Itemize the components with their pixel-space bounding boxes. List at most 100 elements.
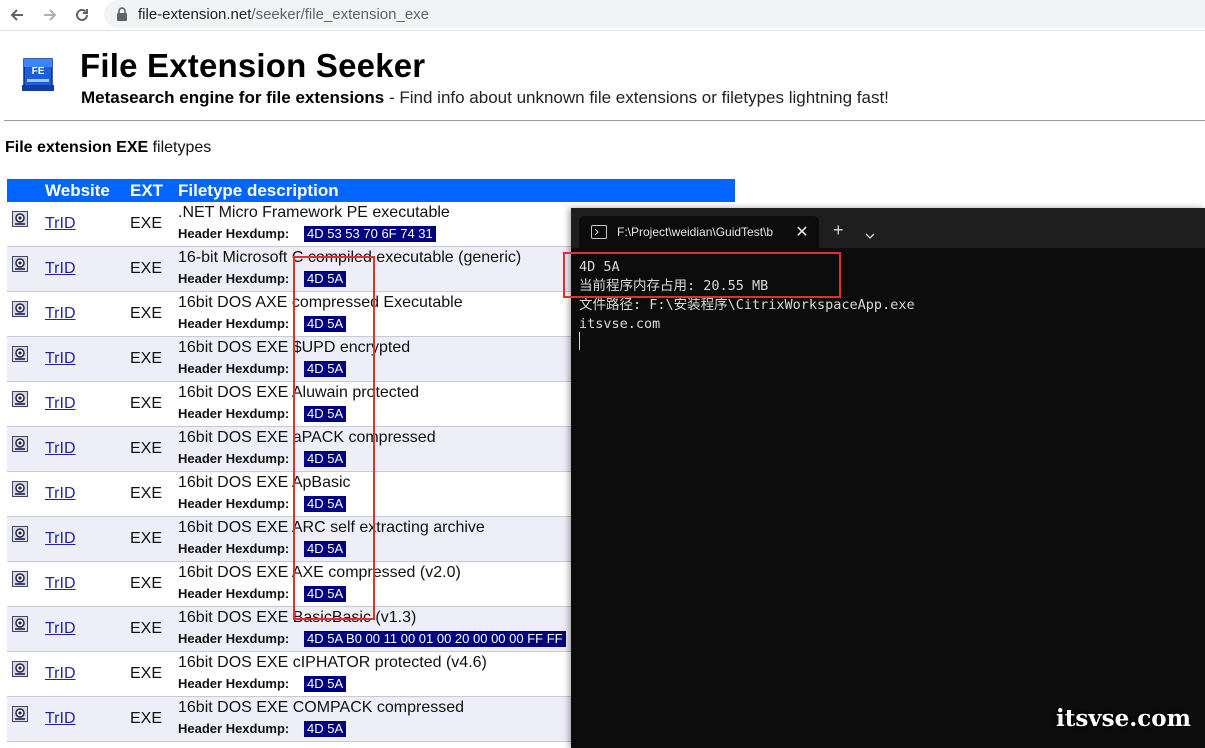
- back-arrow-icon: [10, 9, 23, 21]
- header-divider: [4, 120, 1205, 121]
- back-button[interactable]: [5, 3, 29, 27]
- ext-cell: EXE: [130, 575, 163, 592]
- hexdump-label: Header Hexdump:: [178, 361, 290, 376]
- logo-text: FE: [32, 66, 45, 77]
- trid-icon[interactable]: [12, 256, 28, 272]
- ext-cell: EXE: [130, 350, 163, 367]
- site-logo[interactable]: FE: [20, 57, 56, 93]
- url-path: /seeker/file_extension_exe: [251, 5, 430, 23]
- filetype-description: 16bit DOS EXE ARC self extracting archiv…: [178, 519, 485, 536]
- ext-cell: EXE: [130, 260, 163, 277]
- filetype-description: 16bit DOS EXE BasicBasic (v1.3): [178, 609, 417, 626]
- column-header-description: Filetype description: [178, 181, 339, 200]
- ext-cell: EXE: [130, 440, 163, 457]
- hexdump-value: 4D 5A: [304, 541, 347, 557]
- hexdump-value: 4D 5A: [304, 271, 347, 287]
- hexdump-label: Header Hexdump:: [178, 226, 290, 241]
- hexdump-label: Header Hexdump:: [178, 496, 290, 511]
- hexdump-value: 4D 53 53 70 6F 74 31: [304, 226, 436, 242]
- trid-icon[interactable]: [12, 481, 28, 497]
- website-link[interactable]: TrID: [45, 350, 76, 368]
- lock-icon: [116, 7, 128, 21]
- trid-icon[interactable]: [12, 661, 28, 677]
- forward-button[interactable]: [38, 3, 62, 27]
- hexdump-label: Header Hexdump:: [178, 271, 290, 286]
- site-title: File Extension Seeker: [80, 47, 426, 84]
- trid-icon[interactable]: [12, 301, 28, 317]
- trid-icon[interactable]: [12, 571, 28, 587]
- filetype-description: 16bit DOS EXE aPACK compressed: [178, 429, 436, 446]
- terminal-line: 文件路径: F:\安装程序\CitrixWorkspaceApp.exe: [579, 297, 915, 313]
- trid-icon[interactable]: [12, 391, 28, 407]
- hexdump-label: Header Hexdump:: [178, 721, 290, 736]
- website-link[interactable]: TrID: [45, 710, 76, 728]
- filetype-description: .NET Micro Framework PE executable: [178, 204, 450, 221]
- forward-arrow-icon: [44, 9, 57, 21]
- hexdump-label: Header Hexdump:: [178, 406, 290, 421]
- terminal-cursor: [579, 332, 580, 350]
- ext-cell: EXE: [130, 530, 163, 547]
- hexdump-value: 4D 5A: [304, 676, 347, 692]
- website-link[interactable]: TrID: [45, 440, 76, 458]
- terminal-window[interactable]: F:\Project\weidian\GuidTest\b ✕ + 4D 5A …: [563, 208, 1205, 748]
- website-link[interactable]: TrID: [45, 620, 76, 638]
- reload-icon: [76, 8, 88, 21]
- section-title-rest: filetypes: [148, 139, 212, 156]
- address-bar[interactable]: file-extension.net/seeker/file_extension…: [104, 0, 1205, 28]
- url-text: file-extension.net/seeker/file_extension…: [138, 6, 429, 23]
- website-link[interactable]: TrID: [45, 485, 76, 503]
- website-link[interactable]: TrID: [45, 575, 76, 593]
- hexdump-value: 4D 5A B0 00 11 00 01 00 20 00 00 00 FF F…: [304, 631, 566, 647]
- trid-icon[interactable]: [12, 616, 28, 632]
- ext-cell: EXE: [130, 395, 163, 412]
- trid-icon[interactable]: [12, 436, 28, 452]
- website-link[interactable]: TrID: [45, 305, 76, 323]
- watermark: itsvse.com: [1056, 705, 1191, 732]
- website-link[interactable]: TrID: [45, 395, 76, 413]
- filetype-description: 16bit DOS EXE $UPD encrypted: [178, 339, 411, 356]
- ext-cell: EXE: [130, 710, 163, 727]
- filetype-description: 16bit DOS EXE ApBasic: [178, 474, 351, 491]
- ext-cell: EXE: [130, 485, 163, 502]
- website-link[interactable]: TrID: [45, 215, 76, 233]
- ext-cell: EXE: [130, 215, 163, 232]
- hexdump-value: 4D 5A: [304, 406, 347, 422]
- trid-icon[interactable]: [12, 211, 28, 227]
- trid-icon[interactable]: [12, 526, 28, 542]
- hexdump-label: Header Hexdump:: [178, 541, 290, 556]
- hexdump-label: Header Hexdump:: [178, 586, 290, 601]
- terminal-output[interactable]: 4D 5A 当前程序内存占用: 20.55 MB 文件路径: F:\安装程序\C…: [579, 258, 915, 334]
- chevron-down-icon[interactable]: [865, 226, 875, 244]
- terminal-line: 4D 5A: [579, 259, 620, 275]
- terminal-tab-bar: F:\Project\weidian\GuidTest\b ✕ +: [571, 208, 1205, 248]
- new-tab-button[interactable]: +: [833, 220, 844, 241]
- terminal-line: itsvse.com: [579, 316, 661, 332]
- site-subtitle-bold: Metasearch engine for file extensions: [81, 88, 385, 107]
- ext-cell: EXE: [130, 665, 163, 682]
- hexdump-label: Header Hexdump:: [178, 451, 290, 466]
- hexdump-value: 4D 5A: [304, 721, 347, 737]
- hexdump-value: 4D 5A: [304, 451, 347, 467]
- hexdump-label: Header Hexdump:: [178, 316, 290, 331]
- hexdump-value: 4D 5A: [304, 496, 347, 512]
- reload-button[interactable]: [70, 3, 94, 27]
- hexdump-value: 4D 5A: [304, 361, 347, 377]
- column-header-website: Website: [45, 181, 110, 200]
- trid-icon[interactable]: [12, 346, 28, 362]
- terminal-tab[interactable]: F:\Project\weidian\GuidTest\b ✕: [579, 216, 819, 248]
- trid-icon[interactable]: [12, 706, 28, 722]
- site-subtitle-rest: - Find info about unknown file extension…: [384, 88, 889, 107]
- filetype-description: 16bit DOS EXE COMPACK compressed: [178, 699, 465, 716]
- filetype-description: 16bit DOS AXE compressed Executable: [178, 294, 463, 311]
- website-link[interactable]: TrID: [45, 665, 76, 683]
- website-link[interactable]: TrID: [45, 530, 76, 548]
- ext-cell: EXE: [130, 305, 163, 322]
- terminal-tab-title: F:\Project\weidian\GuidTest\b: [617, 225, 774, 239]
- ext-cell: EXE: [130, 620, 163, 637]
- website-link[interactable]: TrID: [45, 260, 76, 278]
- hexdump-value: 4D 5A: [304, 586, 347, 602]
- filetype-description: 16bit DOS EXE cIPHATOR protected (v4.6): [178, 654, 487, 671]
- hexdump-value: 4D 5A: [304, 316, 347, 332]
- close-tab-icon[interactable]: ✕: [795, 222, 809, 242]
- browser-toolbar: file-extension.net/seeker/file_extension…: [0, 0, 1205, 31]
